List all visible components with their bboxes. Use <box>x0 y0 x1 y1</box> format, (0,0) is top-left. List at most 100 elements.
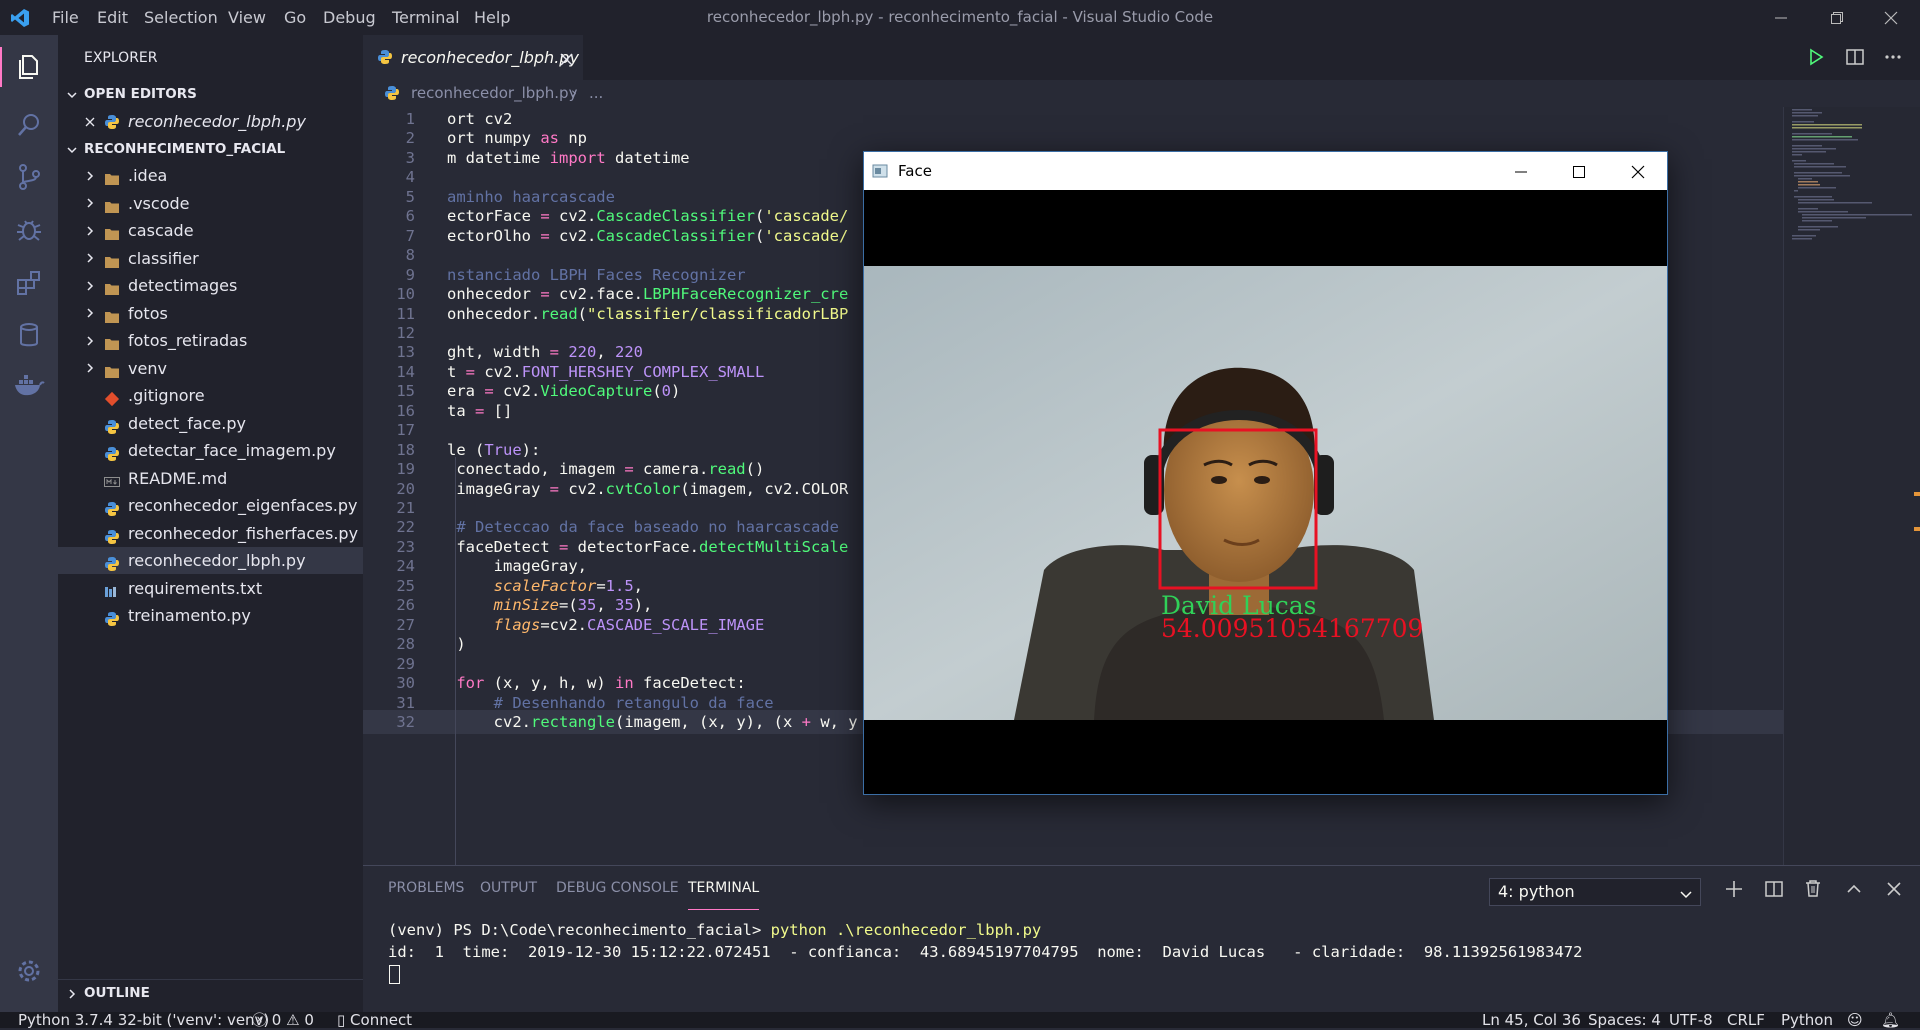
tree-folder[interactable]: fotos_retiradas <box>58 327 363 354</box>
new-terminal-icon[interactable] <box>1725 880 1743 902</box>
tree-folder[interactable]: venv <box>58 355 363 382</box>
face-window-title: Face <box>898 162 932 180</box>
tree-folder[interactable]: .vscode <box>58 190 363 217</box>
maximize-panel-icon[interactable] <box>1845 880 1863 902</box>
tree-folder[interactable]: classifier <box>58 245 363 272</box>
status-bar: Python 3.7.4 32-bit ('venv': venv) ⓧ 0 ⚠… <box>0 1010 1920 1030</box>
python-file-icon <box>104 553 120 571</box>
tab-output[interactable]: OUTPUT <box>480 866 537 910</box>
breadcrumb-symbols[interactable]: ... <box>589 80 603 107</box>
title-bar: File Edit Selection View Go Debug Termin… <box>0 0 1920 35</box>
tree-file[interactable]: detect_face.py <box>58 410 363 437</box>
settings-gear-icon[interactable] <box>9 951 49 991</box>
database-icon: ▯ <box>337 1011 346 1029</box>
outline-header[interactable]: OUTLINE <box>58 979 363 1006</box>
tree-file[interactable]: reconhecedor_eigenfaces.py <box>58 492 363 519</box>
menu-debug[interactable]: Debug <box>315 0 384 35</box>
tree-file[interactable]: reconhecedor_fisherfaces.py <box>58 520 363 547</box>
tree-file[interactable]: reconhecedor_lbph.py <box>58 547 363 574</box>
warning-count: 0 <box>304 1011 314 1029</box>
face-window-titlebar[interactable]: Face <box>864 152 1667 190</box>
tree-folder[interactable]: .idea <box>58 162 363 189</box>
tree-item-label: .idea <box>128 166 168 185</box>
tree-folder[interactable]: detectimages <box>58 272 363 299</box>
indent-guide <box>455 457 456 865</box>
tree-item-label: fotos <box>128 303 168 323</box>
tab-debug-console[interactable]: DEBUG CONSOLE <box>556 866 679 910</box>
menu-view[interactable]: View <box>220 0 274 35</box>
more-actions-icon[interactable] <box>1883 47 1903 71</box>
extensions-icon[interactable] <box>9 263 49 303</box>
tree-file[interactable]: detectar_face_imagem.py <box>58 437 363 464</box>
line-endings[interactable]: CRLF <box>1727 1010 1765 1030</box>
close-icon[interactable] <box>1631 164 1645 183</box>
search-icon[interactable] <box>9 105 49 145</box>
connect-button[interactable]: ▯ Connect <box>337 1010 412 1030</box>
tree-file[interactable]: treinamento.py <box>58 602 363 629</box>
indentation[interactable]: Spaces: 4 <box>1588 1010 1661 1030</box>
language-mode[interactable]: Python <box>1781 1010 1833 1030</box>
face-window[interactable]: Face David Lucas 54.00951054167709 <box>863 151 1668 795</box>
cursor-position[interactable]: Ln 45, Col 36 <box>1482 1010 1581 1030</box>
folder-icon <box>104 306 120 323</box>
menu-go[interactable]: Go <box>276 0 314 35</box>
open-editors-header[interactable]: OPEN EDITORS <box>58 81 363 107</box>
terminal-command-line: (venv) PS D:\Code\reconhecimento_facial>… <box>388 921 1041 939</box>
tab-terminal[interactable]: TERMINAL <box>688 866 760 910</box>
folder-icon <box>104 196 120 213</box>
tree-file[interactable]: README.md <box>58 465 363 492</box>
restore-icon[interactable] <box>1814 0 1860 35</box>
python-file-icon <box>104 443 120 461</box>
split-editor-icon[interactable] <box>1845 47 1865 71</box>
maximize-icon[interactable] <box>1572 164 1586 183</box>
notifications-bell-icon[interactable]: 🔔︎ <box>1881 1010 1900 1030</box>
close-tab-icon[interactable] <box>560 51 573 70</box>
camera-image: David Lucas 54.00951054167709 <box>864 266 1667 720</box>
menu-file[interactable]: File <box>44 0 87 35</box>
minimap[interactable] <box>1783 107 1920 865</box>
git-file-icon <box>104 388 120 407</box>
docker-icon[interactable] <box>9 366 49 406</box>
explorer-icon[interactable] <box>9 47 49 87</box>
python-file-icon <box>385 86 399 100</box>
menu-selection[interactable]: Selection <box>136 0 226 35</box>
tree-file[interactable]: requirements.txt <box>58 575 363 602</box>
terminal-cursor <box>389 965 400 984</box>
open-editor-item[interactable]: reconhecedor_lbph.py <box>58 108 363 135</box>
project-header[interactable]: RECONHECIMENTO_FACIAL <box>58 136 363 162</box>
menu-help[interactable]: Help <box>466 0 518 35</box>
terminal-select[interactable]: 4: python <box>1489 878 1701 906</box>
minimize-icon[interactable] <box>1758 0 1804 35</box>
minimize-icon[interactable] <box>1514 164 1528 183</box>
close-window-icon[interactable] <box>1868 0 1914 35</box>
chevron-right-icon <box>64 980 80 1007</box>
tree-item-label: venv <box>128 358 167 378</box>
menu-terminal[interactable]: Terminal <box>384 0 468 35</box>
tab-reconhecedor-lbph[interactable]: reconhecedor_lbph.py <box>363 35 583 80</box>
tree-folder[interactable]: cascade <box>58 217 363 244</box>
tree-file[interactable]: .gitignore <box>58 382 363 409</box>
tree-item-label: reconhecedor_lbph.py <box>128 551 306 570</box>
debug-icon[interactable] <box>9 210 49 250</box>
folder-icon <box>104 333 120 350</box>
python-interpreter[interactable]: Python 3.7.4 32-bit ('venv': venv) <box>18 1010 269 1030</box>
run-icon[interactable] <box>1806 47 1826 71</box>
chevron-right-icon <box>82 217 98 244</box>
markdown-file-icon <box>104 471 120 487</box>
encoding[interactable]: UTF-8 <box>1669 1010 1713 1030</box>
split-terminal-icon[interactable] <box>1765 880 1783 902</box>
breadcrumb-file[interactable]: reconhecedor_lbph.py <box>411 80 577 107</box>
problems-indicator[interactable]: ⓧ 0 ⚠ 0 <box>252 1010 314 1030</box>
tree-folder[interactable]: fotos <box>58 300 363 327</box>
python-file-icon <box>104 416 120 434</box>
close-editor-icon[interactable] <box>82 108 98 135</box>
close-panel-icon[interactable] <box>1885 880 1903 902</box>
tree-item-label: detect_face.py <box>128 413 246 433</box>
feedback-smiley-icon[interactable]: ☺ <box>1847 1010 1863 1030</box>
database-icon[interactable] <box>9 315 49 355</box>
source-control-icon[interactable] <box>9 157 49 197</box>
tab-problems[interactable]: PROBLEMS <box>388 866 464 910</box>
trash-icon[interactable] <box>1804 879 1822 902</box>
outline-label: OUTLINE <box>84 985 150 1001</box>
menu-edit[interactable]: Edit <box>89 0 136 35</box>
